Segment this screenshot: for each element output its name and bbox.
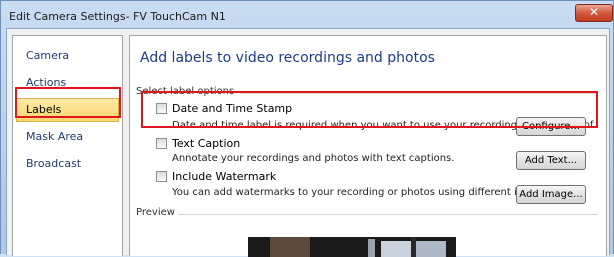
preview-scene xyxy=(248,237,456,257)
preview-divider xyxy=(178,214,598,215)
nav-item-camera[interactable]: Camera xyxy=(16,44,119,68)
dialog-client-area: Camera Actions Labels Mask Area Broadcas… xyxy=(6,28,610,257)
nav-item-broadcast[interactable]: Broadcast xyxy=(16,152,119,176)
camera-preview-image xyxy=(248,237,456,257)
close-icon: ✕ xyxy=(588,5,600,19)
text-caption-description: Annotate your recordings and photos with… xyxy=(172,153,455,164)
labels-settings-panel: Add labels to video recordings and photo… xyxy=(129,35,607,257)
date-time-stamp-highlight-box xyxy=(141,91,598,128)
labels-highlight-box xyxy=(15,87,121,118)
include-watermark-label: Include Watermark xyxy=(172,170,277,183)
include-watermark-description: You can add watermarks to your recording… xyxy=(172,187,554,198)
nav-item-mask-area[interactable]: Mask Area xyxy=(16,125,119,149)
text-caption-label: Text Caption xyxy=(172,137,241,150)
page-title: Add labels to video recordings and photo… xyxy=(140,50,435,66)
text-caption-checkbox[interactable] xyxy=(156,138,167,149)
add-image-button[interactable]: Add Image... xyxy=(516,185,586,204)
close-button[interactable]: ✕ xyxy=(575,4,613,22)
add-text-button[interactable]: Add Text... xyxy=(516,151,586,170)
window-title: Edit Camera Settings- FV TouchCam N1 xyxy=(9,10,226,23)
edit-camera-settings-window: Edit Camera Settings- FV TouchCam N1 ✕ C… xyxy=(0,0,614,257)
settings-nav: Camera Actions Labels Mask Area Broadcas… xyxy=(12,35,123,256)
include-watermark-checkbox[interactable] xyxy=(156,171,167,182)
preview-heading: Preview xyxy=(136,207,175,218)
